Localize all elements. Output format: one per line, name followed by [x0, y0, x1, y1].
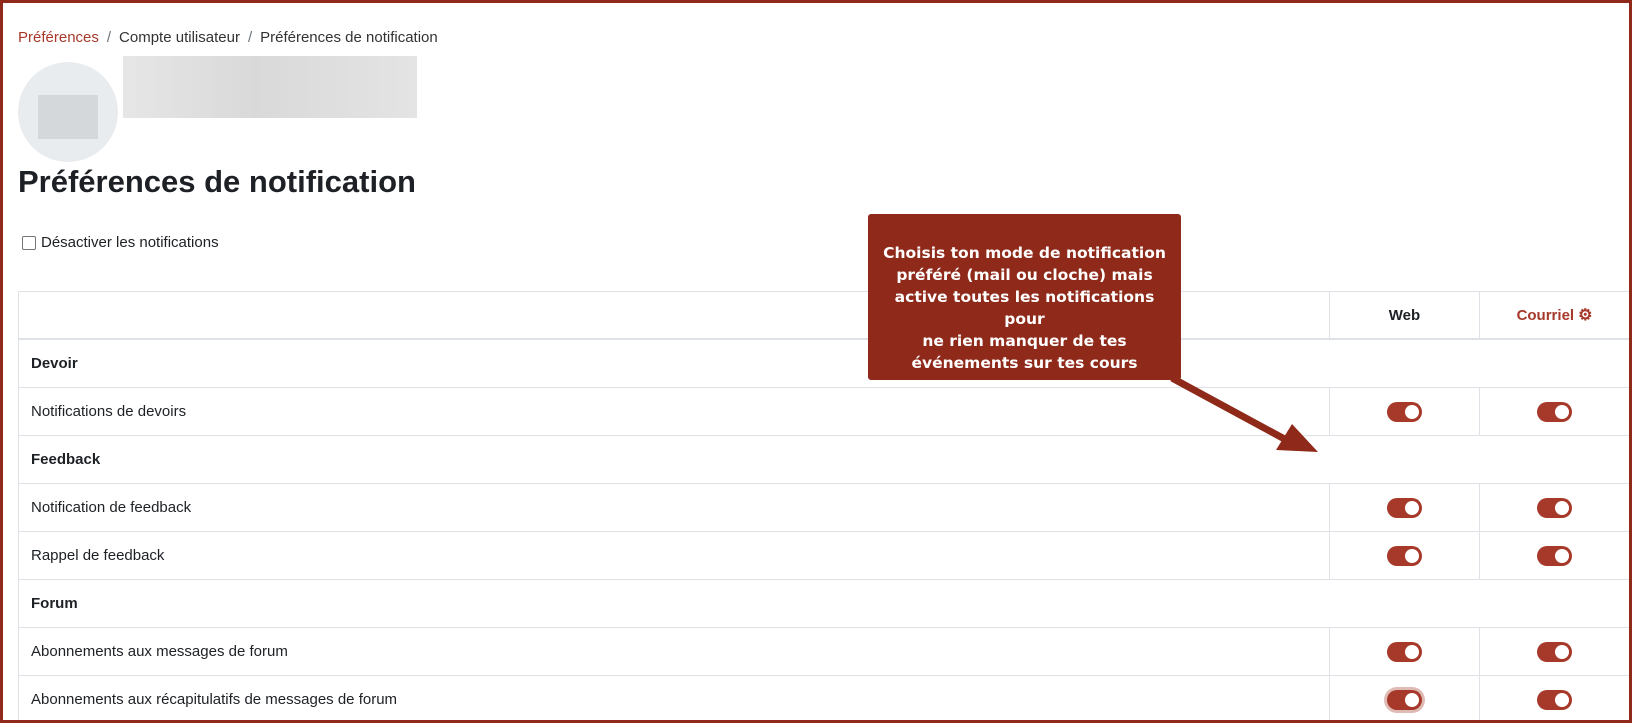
callout-line: active toutes les notifications pour	[894, 288, 1155, 328]
callout-line: préféré (mail ou cloche) mais	[896, 266, 1153, 284]
callout-arrow	[1170, 374, 1318, 452]
callout-arrow-shaft	[1170, 374, 1292, 446]
callout-line: ne rien manquer de tes	[922, 332, 1127, 350]
callout-tooltip: Choisis ton mode de notification préféré…	[868, 214, 1181, 380]
callout-line: événements sur tes cours	[911, 354, 1138, 372]
callout-line: Choisis ton mode de notification	[883, 244, 1166, 262]
